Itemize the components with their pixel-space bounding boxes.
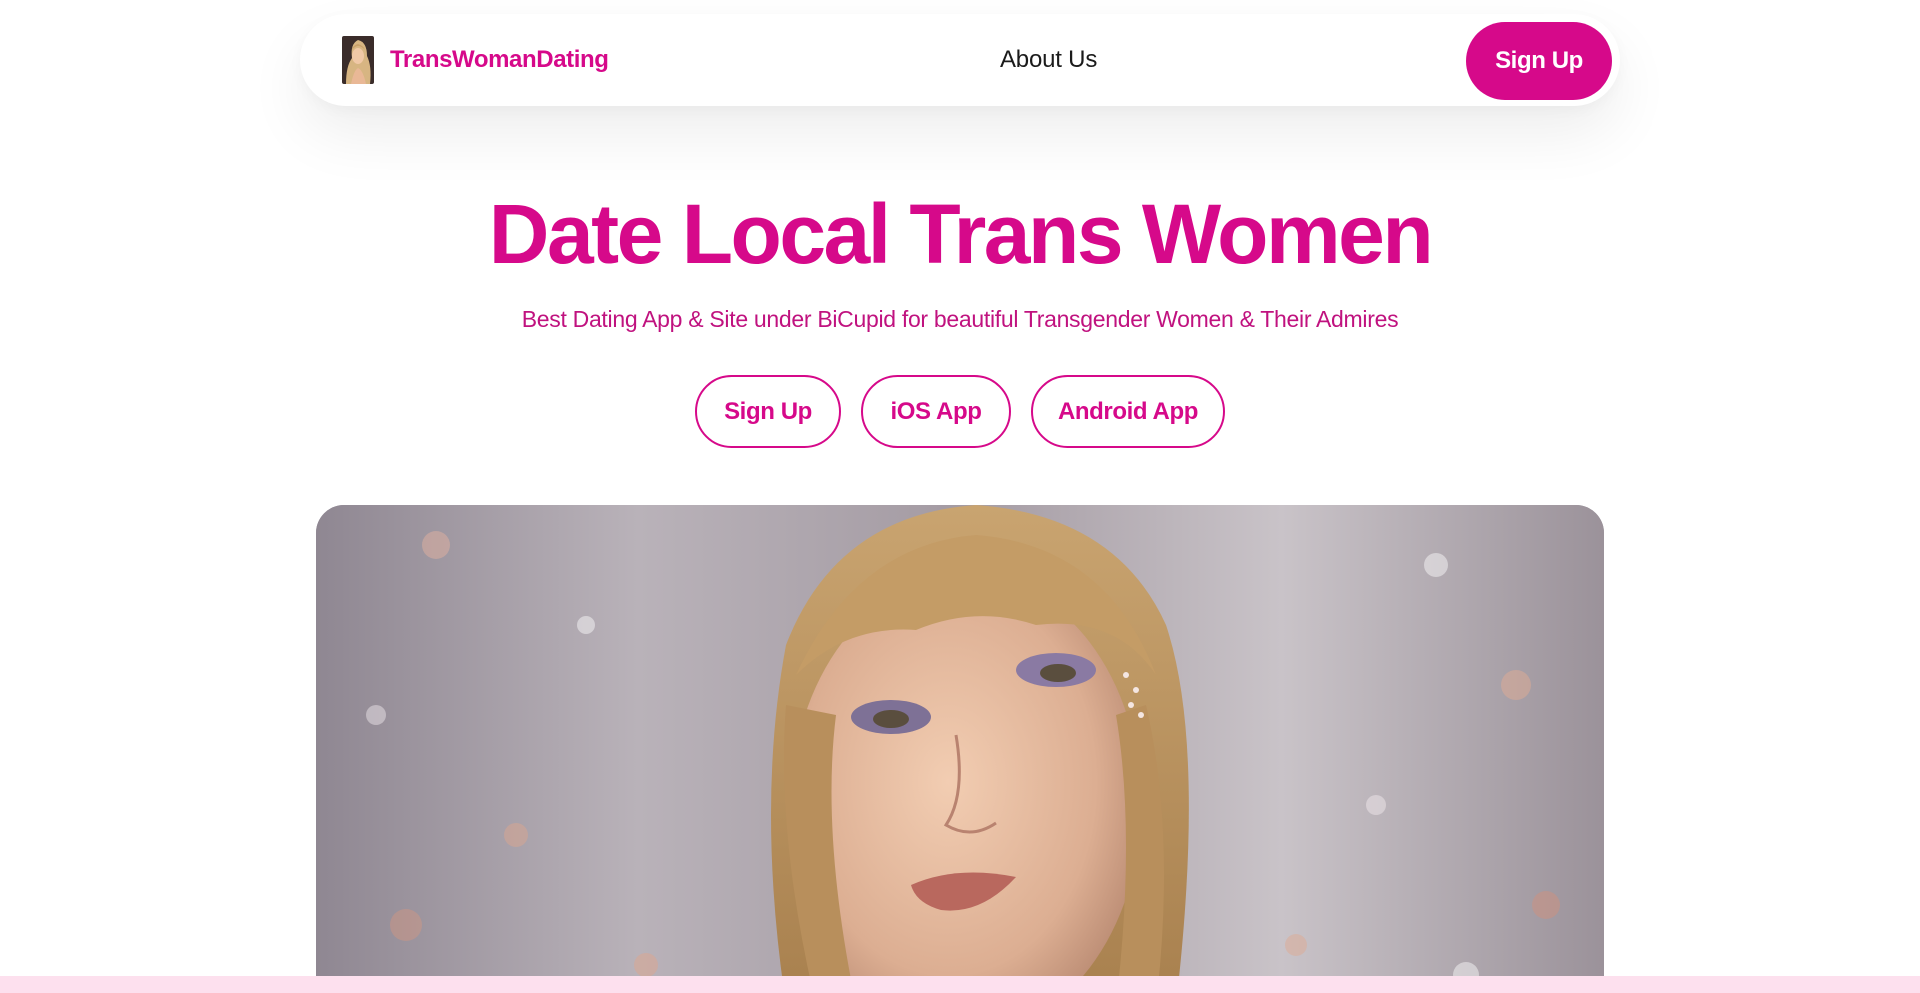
navbar: TransWomanDating About Us Sign Up [300,14,1620,106]
brand-name: TransWomanDating [390,46,609,73]
brand-link[interactable]: TransWomanDating [342,36,609,84]
hero-portrait-image [316,505,1604,993]
page: TransWomanDating About Us Sign Up Date L… [0,0,1920,993]
android-app-button[interactable]: Android App [1031,375,1225,448]
hero-subtitle: Best Dating App & Site under BiCupid for… [521,306,1399,332]
pink-bottom-band [0,976,1920,993]
hero-title: Date Local Trans Women [488,187,1434,281]
cta-button-row: Sign Up iOS App Android App [0,375,1920,448]
hero-sign-up-button[interactable]: Sign Up [695,375,841,448]
brand-logo-image [342,36,374,84]
ios-app-button[interactable]: iOS App [861,375,1011,448]
nav-about-us-link[interactable]: About Us [1000,46,1097,74]
header-sign-up-button[interactable]: Sign Up [1466,22,1612,100]
